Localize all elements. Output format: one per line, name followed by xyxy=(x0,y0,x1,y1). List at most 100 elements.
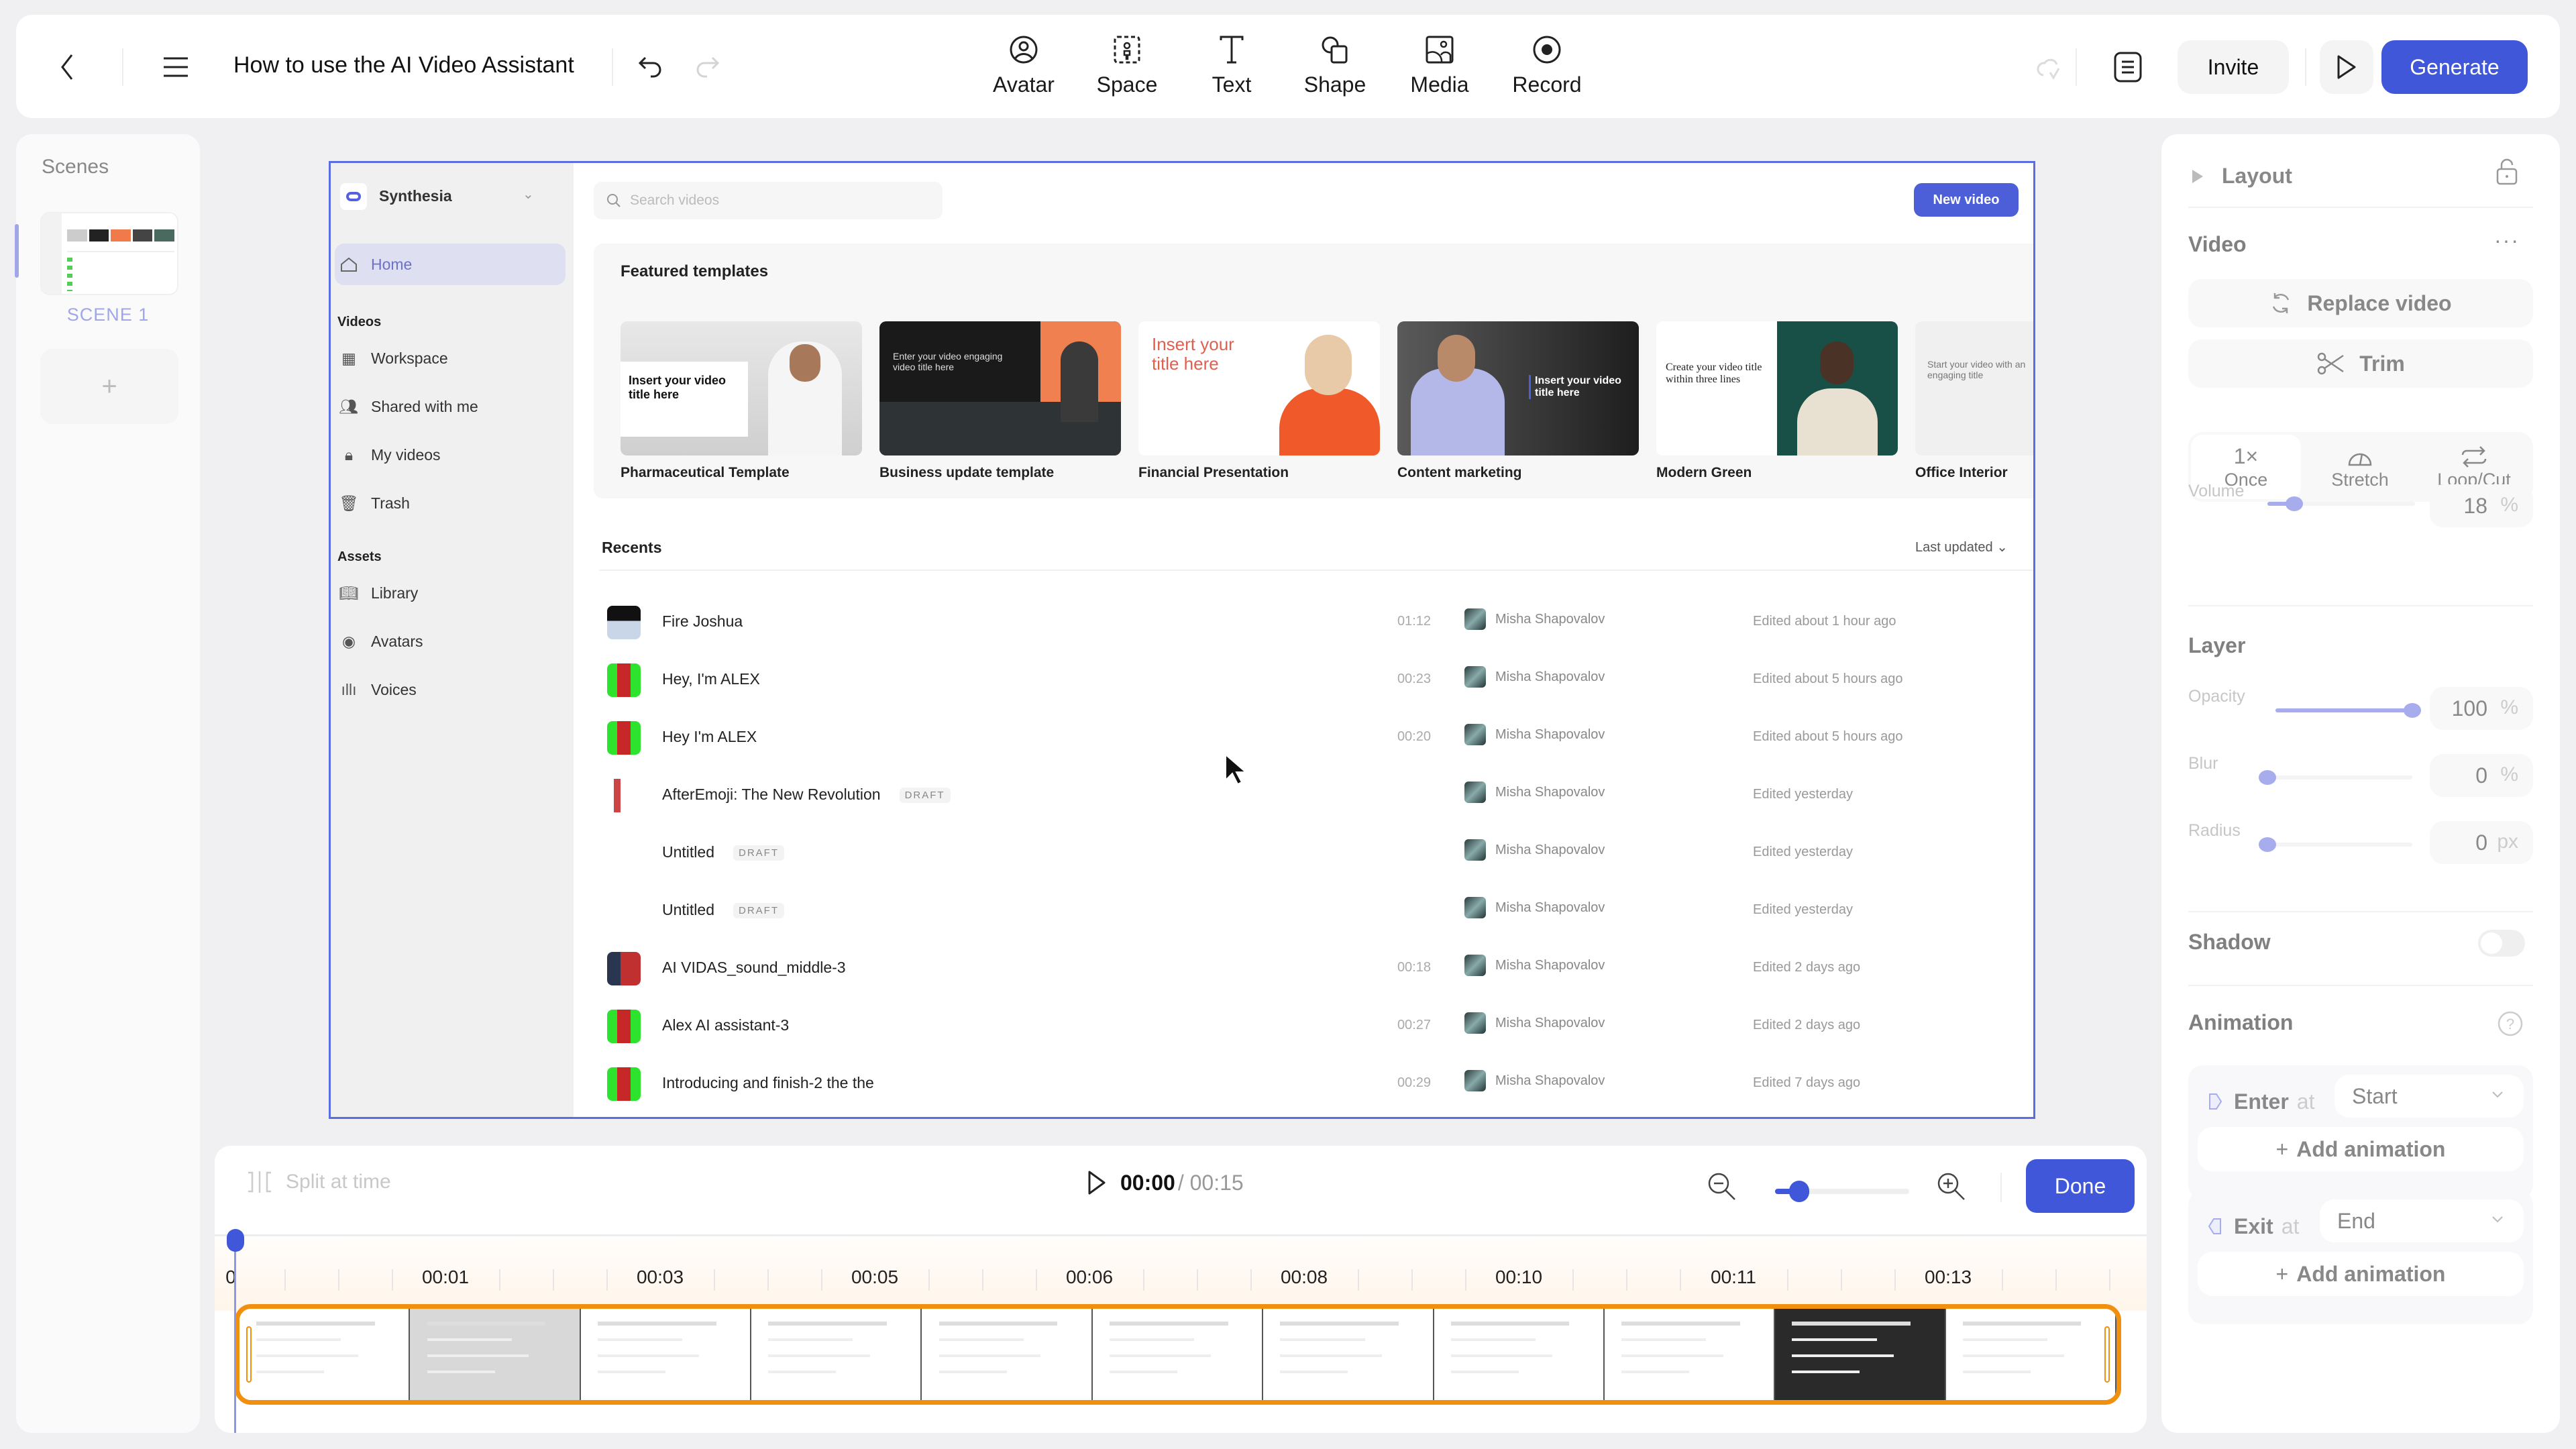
play-button[interactable] xyxy=(1087,1170,1107,1195)
slider-fill xyxy=(2275,708,2412,712)
mode-stretch[interactable]: Stretch xyxy=(2305,435,2415,499)
plus-icon: + xyxy=(101,371,117,401)
time-ruler[interactable]: 0 00:01 00:03 00:05 00:06 00:08 00:10 00:11 00:1… xyxy=(215,1237,2147,1311)
template-card[interactable]: Enter your video engaging video title he… xyxy=(879,321,1121,481)
exit-time-select[interactable]: End xyxy=(2320,1199,2524,1242)
workspace-name[interactable]: Synthesia xyxy=(379,187,452,205)
slider-thumb[interactable] xyxy=(2404,703,2421,718)
enter-time-select[interactable]: Start xyxy=(2334,1075,2524,1118)
slider-thumb[interactable] xyxy=(2259,837,2276,852)
template-card[interactable]: Insert your video title here Pharmaceuti… xyxy=(621,321,862,481)
blur-slider[interactable] xyxy=(2259,770,2412,785)
sort-dropdown[interactable]: Last updated ⌄ xyxy=(1915,539,2008,555)
recent-video-row[interactable]: Introducing and finish-2 the the 00:29 Mis… xyxy=(599,1054,2033,1112)
nav-trash[interactable]: 🗑︎ Trash xyxy=(337,484,410,523)
video-thumbnail xyxy=(607,663,641,697)
timeline-zoom-slider[interactable] xyxy=(1775,1181,1909,1202)
template-thumb-text: Insert your title here xyxy=(1152,334,1234,374)
nav-workspace[interactable]: ▦ Workspace xyxy=(337,339,448,378)
nav-library[interactable]: 📖︎ Library xyxy=(337,574,418,612)
notes-button[interactable] xyxy=(2108,47,2148,87)
scene-thumbnail[interactable] xyxy=(40,212,178,295)
nav-shared[interactable]: 👥︎ Shared with me xyxy=(337,387,478,426)
zoom-slider-thumb[interactable] xyxy=(1789,1181,1809,1202)
nav-voices[interactable]: ıllı Voices xyxy=(337,670,417,709)
template-card[interactable]: Start your video with an engaging title … xyxy=(1915,321,2033,481)
slider-thumb[interactable] xyxy=(2259,770,2276,785)
tool-space[interactable]: Space xyxy=(1080,31,1174,105)
video-duration: 00:18 xyxy=(1397,960,1431,975)
chevron-down-icon[interactable]: ⌄ xyxy=(523,186,534,203)
volume-field[interactable]: 18% xyxy=(2430,484,2533,527)
media-icon xyxy=(1426,36,1454,64)
exit-icon xyxy=(2208,1218,2221,1234)
recent-video-row[interactable]: Hey, I'm ALEX 00:23 Misha Shapovalov Edited… xyxy=(599,650,2033,708)
search-videos-input[interactable]: Search videos xyxy=(594,182,943,219)
invite-button[interactable]: Invite xyxy=(2178,40,2289,94)
back-button[interactable] xyxy=(47,47,87,87)
exit-at: at xyxy=(2281,1214,2300,1238)
tool-avatar[interactable]: Avatar xyxy=(977,31,1071,105)
layout-section-toggle[interactable]: Layout xyxy=(2191,164,2292,189)
replace-video-button[interactable]: Replace video xyxy=(2188,279,2533,327)
ruler-tick xyxy=(499,1269,500,1291)
play-icon xyxy=(1088,1171,1106,1195)
radius-field[interactable]: 0 px xyxy=(2430,821,2533,864)
clip-frame xyxy=(922,1309,1093,1400)
tool-text[interactable]: Text xyxy=(1185,31,1279,105)
clip-trim-handle-right[interactable] xyxy=(2104,1326,2110,1383)
more-options-icon[interactable]: ··· xyxy=(2494,228,2520,253)
add-enter-animation-button[interactable]: + Add animation xyxy=(2198,1127,2524,1171)
zoom-out-button[interactable] xyxy=(1707,1171,1737,1202)
mouse-cursor-icon xyxy=(1224,753,1248,786)
add-exit-animation-button[interactable]: + Add animation xyxy=(2198,1252,2524,1296)
lock-button[interactable] xyxy=(2496,158,2518,185)
ruler-tick xyxy=(1894,1269,1896,1291)
tool-shape[interactable]: Shape xyxy=(1288,31,1382,105)
shadow-toggle[interactable] xyxy=(2478,930,2525,957)
redo-button[interactable] xyxy=(687,47,727,87)
blur-field[interactable]: 0% xyxy=(2430,754,2533,797)
volume-slider[interactable] xyxy=(2267,496,2415,511)
recent-video-row[interactable]: Untitled DRAFT Misha Shapovalov Edited yest… xyxy=(599,823,2033,881)
recent-video-row[interactable]: Alex AI assistant-3 00:27 Misha Shapovalov… xyxy=(599,996,2033,1054)
undo-button[interactable] xyxy=(631,47,671,87)
document-title[interactable]: How to use the AI Video Assistant xyxy=(233,52,574,78)
nav-my-videos[interactable]: 🔒︎ My videos xyxy=(337,435,441,474)
add-scene-button[interactable]: + xyxy=(40,349,178,424)
template-card[interactable]: Insert your title here Financial Present… xyxy=(1138,321,1380,481)
clip-trim-handle-left[interactable] xyxy=(246,1326,252,1383)
preview-button[interactable] xyxy=(2320,40,2373,94)
owner-avatar xyxy=(1464,1012,1486,1034)
playhead-handle[interactable] xyxy=(227,1229,244,1252)
recent-video-row[interactable]: Hey I'm ALEX 00:20 Misha Shapovalov Edited … xyxy=(599,708,2033,765)
trim-button[interactable]: Trim xyxy=(2188,339,2533,388)
template-card[interactable]: Create your video title within three lin… xyxy=(1656,321,1898,481)
split-at-time-button[interactable]: Split at time xyxy=(246,1170,391,1194)
tool-media[interactable]: Media xyxy=(1393,31,1487,105)
generate-button[interactable]: Generate xyxy=(2381,40,2528,94)
nav-avatars[interactable]: ◉ Avatars xyxy=(337,622,423,661)
ruler-tick xyxy=(1465,1269,1466,1291)
recents-title: Recents xyxy=(602,539,662,556)
menu-button[interactable] xyxy=(156,47,196,87)
slider-thumb[interactable] xyxy=(2285,496,2303,511)
video-clip-track[interactable] xyxy=(235,1304,2121,1405)
video-canvas[interactable]: Synthesia ⌄ Home Videos ▦ Workspace 👥︎ Sha… xyxy=(329,161,2035,1119)
done-button[interactable]: Done xyxy=(2026,1159,2135,1213)
video-edited-time: Edited yesterday xyxy=(1753,845,1853,859)
recent-video-row[interactable]: Fire Joshua 01:12 Misha Shapovalov Edited a… xyxy=(599,592,2033,650)
new-video-button[interactable]: New video xyxy=(1914,183,2019,217)
opacity-slider[interactable] xyxy=(2275,703,2421,718)
template-card[interactable]: Insert your video title here Content mar… xyxy=(1397,321,1639,481)
radius-slider[interactable] xyxy=(2259,837,2412,852)
zoom-in-button[interactable] xyxy=(1936,1171,1967,1202)
recent-video-row[interactable]: AI VIDAS_sound_middle-3 00:18 Misha Shapov… xyxy=(599,938,2033,996)
recent-video-row[interactable]: AfterEmoji: The New Revolution DRAFT Misha… xyxy=(599,765,2033,823)
nav-home-item[interactable]: Home xyxy=(337,245,412,284)
recent-video-row[interactable]: Untitled DRAFT Misha Shapovalov Edited yest… xyxy=(599,881,2033,938)
layer-section-title: Layer xyxy=(2188,633,2246,657)
opacity-field[interactable]: 100% xyxy=(2430,687,2533,730)
help-icon[interactable]: ? xyxy=(2497,1010,2524,1037)
tool-record[interactable]: Record xyxy=(1500,31,1594,105)
